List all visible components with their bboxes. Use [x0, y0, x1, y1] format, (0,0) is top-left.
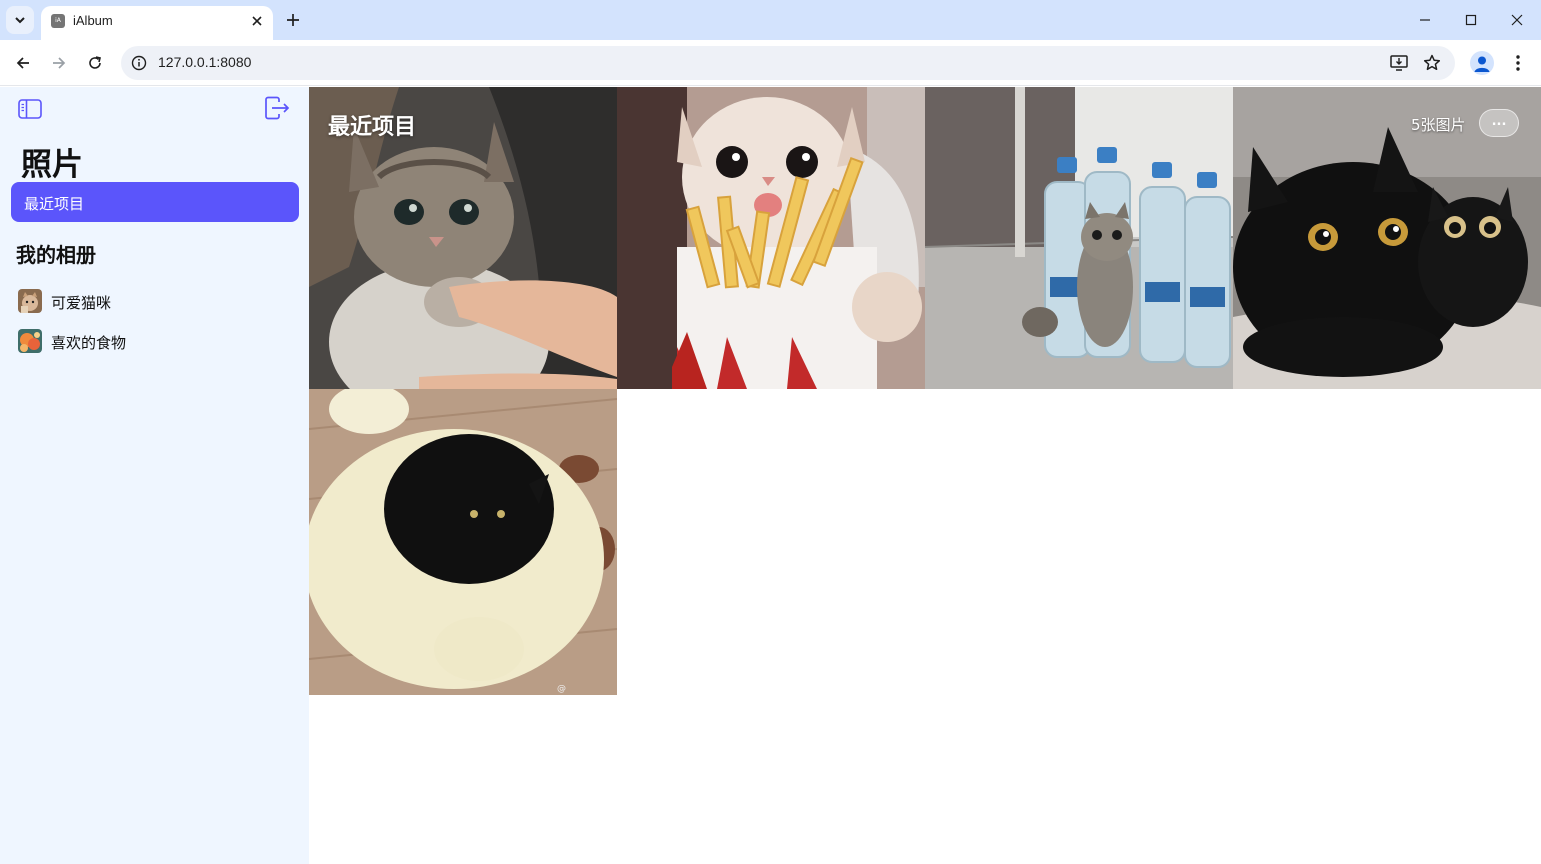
album-thumbnail	[18, 289, 42, 313]
profile-avatar-icon[interactable]	[1470, 51, 1494, 75]
close-window-button[interactable]	[1494, 0, 1540, 40]
reload-button[interactable]	[82, 50, 108, 76]
tab-title: iAlbum	[73, 13, 113, 28]
install-app-icon[interactable]	[1389, 53, 1409, 73]
photo-grid: @ 最近项目 5张图片 ...	[309, 87, 1541, 864]
new-tab-icon[interactable]	[282, 9, 304, 31]
favicon-icon: iA	[51, 14, 65, 28]
more-options-button[interactable]: ...	[1479, 109, 1519, 137]
cat-bed-photo-image: @	[309, 389, 617, 695]
svg-text:@: @	[557, 684, 566, 694]
browser-toolbar: 127.0.0.1:8080	[0, 40, 1541, 86]
sidebar-item-album[interactable]: 可爱猫咪	[18, 288, 298, 314]
albums-section-title: 我的相册	[16, 243, 96, 267]
reload-icon	[89, 56, 101, 69]
logout-icon[interactable]	[264, 96, 290, 120]
chevron-down-icon	[15, 17, 25, 24]
close-tab-icon[interactable]	[249, 13, 265, 29]
arrow-right-icon	[53, 57, 66, 69]
browser-tab[interactable]: iA iAlbum	[41, 6, 273, 40]
maximize-icon	[1465, 14, 1477, 26]
sidebar-title: 照片	[21, 147, 83, 183]
close-window-icon	[1511, 14, 1523, 26]
page-title: 最近项目	[328, 115, 417, 140]
sidebar-toggle-icon[interactable]	[18, 99, 42, 119]
tab-search-button[interactable]	[6, 6, 34, 34]
sidebar: 照片 最近项目 我的相册 可爱猫咪 喜欢的食物	[0, 87, 309, 864]
sidebar-item-album[interactable]: 喜欢的食物	[18, 328, 298, 354]
back-button[interactable]	[10, 50, 36, 76]
url-text[interactable]: 127.0.0.1:8080	[158, 54, 251, 70]
album-thumbnail	[18, 329, 42, 353]
site-info-icon[interactable]	[130, 54, 148, 72]
album-label: 可爱猫咪	[51, 294, 112, 312]
forward-button[interactable]	[46, 50, 72, 76]
maximize-button[interactable]	[1448, 0, 1494, 40]
kitten-bottles-photo-image	[925, 87, 1233, 389]
address-bar[interactable]: 127.0.0.1:8080	[121, 46, 1455, 80]
minimize-button[interactable]	[1402, 0, 1448, 40]
bookmark-star-icon[interactable]	[1422, 53, 1442, 73]
arrow-left-icon	[16, 57, 29, 69]
minimize-icon	[1420, 19, 1430, 21]
photo-count: 5张图片	[1411, 116, 1466, 134]
photo-thumbnail[interactable]: @	[309, 389, 617, 695]
sidebar-item-recent[interactable]: 最近项目	[11, 182, 299, 222]
cat-fries-photo-image	[617, 87, 925, 389]
album-label: 喜欢的食物	[51, 334, 127, 352]
more-vertical-icon[interactable]	[1508, 51, 1528, 75]
photo-thumbnail[interactable]	[617, 87, 925, 389]
sidebar-item-label: 最近项目	[24, 195, 85, 213]
photo-thumbnail[interactable]	[925, 87, 1233, 389]
tab-strip: iA iAlbum	[0, 0, 1541, 40]
